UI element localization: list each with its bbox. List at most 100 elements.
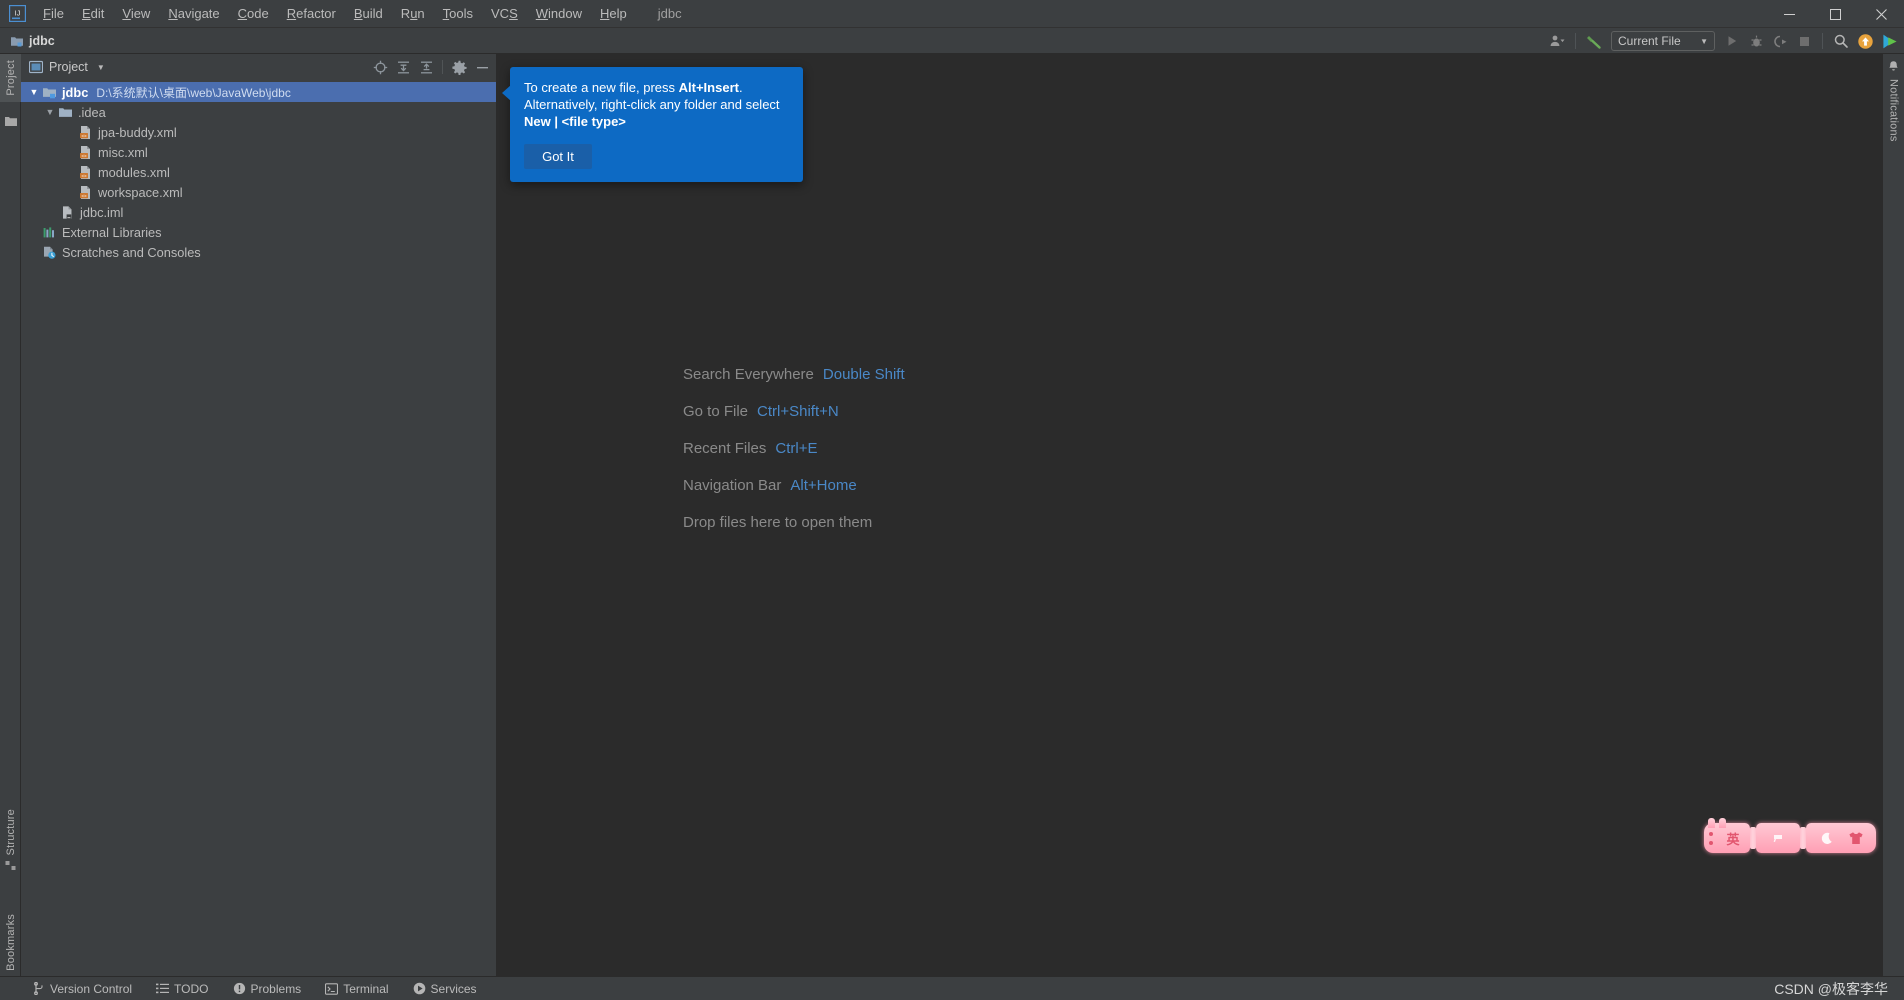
chevron-down-icon[interactable]: ▼ — [97, 63, 105, 72]
tree-label: jdbc — [62, 84, 89, 100]
svg-text:<>: <> — [81, 173, 87, 178]
cat-eye-bottom-icon — [1709, 841, 1713, 845]
menu-help[interactable]: Help — [591, 2, 636, 26]
status-item-version-control[interactable]: Version Control — [22, 980, 142, 998]
panel-action-separator — [442, 60, 443, 74]
status-label: Problems — [250, 981, 302, 996]
xml-file-icon: <> — [77, 124, 93, 140]
tree-row-workspace-xml[interactable]: <> workspace.xml — [21, 182, 496, 202]
folder-icon — [4, 114, 18, 128]
collapse-all-icon[interactable] — [415, 56, 437, 78]
stop-button[interactable] — [1793, 30, 1815, 52]
tree-row-idea[interactable]: ▼ .idea — [21, 102, 496, 122]
project-panel-actions — [369, 56, 493, 78]
toolbox-play-icon[interactable] — [1878, 30, 1900, 52]
gotit-tooltip-text: To create a new file, press Alt+Insert. … — [524, 79, 789, 130]
svg-text:IJ: IJ — [14, 9, 20, 18]
run-configuration-label: Current File — [1618, 34, 1681, 48]
menu-edit[interactable]: Edit — [73, 2, 113, 26]
tree-row-external-libraries[interactable]: External Libraries — [21, 222, 496, 242]
menu-file[interactable]: File — [34, 2, 73, 26]
svg-text:<>: <> — [81, 153, 87, 158]
tree-row-scratches-and-consoles[interactable]: Scratches and Consoles — [21, 242, 496, 262]
main-toolbar: Current File ▼ — [1546, 28, 1900, 54]
close-button[interactable] — [1858, 0, 1904, 28]
svg-text:<>: <> — [81, 133, 87, 138]
tree-row-jdbc-iml[interactable]: jdbc.iml — [21, 202, 496, 222]
ime-floating-toolbar[interactable]: 英 — [1704, 818, 1876, 853]
stripe-button-structure[interactable]: Structure — [0, 809, 21, 872]
toolbar-separator — [1575, 33, 1576, 49]
gear-icon[interactable] — [448, 56, 470, 78]
menu-vcs[interactable]: VCS — [482, 2, 527, 26]
tree-label: jdbc.iml — [80, 204, 124, 220]
menu-view[interactable]: View — [113, 2, 159, 26]
status-item-problems[interactable]: Problems — [223, 980, 312, 998]
menu-code[interactable]: Code — [229, 2, 278, 26]
update-project-icon[interactable] — [1854, 30, 1876, 52]
menu-tools[interactable]: Tools — [434, 2, 482, 26]
editor-empty-area: Search Everywhere Double Shift Go to Fil… — [497, 54, 1882, 1000]
menu-navigate[interactable]: Navigate — [159, 2, 228, 26]
bell-icon — [1887, 60, 1900, 73]
xml-file-icon: <> — [77, 164, 93, 180]
tree-row-jpa-buddy-xml[interactable]: <> jpa-buddy.xml — [21, 122, 496, 142]
select-opened-file-icon[interactable] — [369, 56, 391, 78]
tree-row-misc-xml[interactable]: <> misc.xml — [21, 142, 496, 162]
tree-row-modules-xml[interactable]: <> modules.xml — [21, 162, 496, 182]
menu-run[interactable]: Run — [392, 2, 434, 26]
status-item-services[interactable]: Services — [403, 980, 487, 998]
hide-panel-icon[interactable] — [471, 56, 493, 78]
ime-mode-button[interactable]: 英 — [1704, 818, 1750, 853]
stripe-button-folder[interactable] — [0, 114, 21, 128]
tooltip-line2: Alternatively, right-click any folder an… — [524, 97, 780, 112]
csdn-watermark: CSDN @极客李华 — [1774, 980, 1888, 997]
hint-row: Navigation Bar Alt+Home — [683, 477, 905, 494]
services-icon — [413, 982, 426, 995]
hint-row: Search Everywhere Double Shift — [683, 366, 905, 383]
breadcrumb[interactable]: jdbc — [10, 34, 55, 48]
run-button[interactable] — [1721, 30, 1743, 52]
chevron-down-icon[interactable]: ▼ — [27, 85, 41, 99]
status-bar: Version Control TODO Problems Terminal S… — [0, 976, 1904, 1000]
menu-build[interactable]: Build — [345, 2, 392, 26]
main-menu: File Edit View Navigate Code Refactor Bu… — [34, 0, 636, 28]
tree-label: modules.xml — [98, 164, 170, 180]
stripe-button-project[interactable]: Project — [0, 54, 21, 102]
iml-file-icon — [59, 204, 75, 220]
branch-icon — [32, 982, 45, 995]
chevron-down-icon[interactable]: ▼ — [43, 105, 57, 119]
run-with-coverage-button[interactable] — [1769, 30, 1791, 52]
search-icon[interactable] — [1830, 30, 1852, 52]
stripe-button-notifications[interactable]: Notifications — [1883, 60, 1904, 142]
hint-shortcut: Ctrl+Shift+N — [757, 403, 839, 420]
tree-label: misc.xml — [98, 144, 148, 160]
hint-action: Navigation Bar — [683, 477, 782, 494]
project-tree: ▼ jdbc D:\系统默认\桌面\web\JavaWeb\jdbc ▼ .id… — [21, 80, 496, 262]
expand-all-icon[interactable] — [392, 56, 414, 78]
user-account-icon[interactable] — [1546, 30, 1568, 52]
minimize-button[interactable] — [1766, 0, 1812, 28]
menu-window[interactable]: Window — [527, 2, 591, 26]
debug-button[interactable] — [1745, 30, 1767, 52]
got-it-button[interactable]: Got It — [524, 144, 592, 169]
menu-refactor[interactable]: Refactor — [278, 2, 345, 26]
maximize-button[interactable] — [1812, 0, 1858, 28]
tree-label: workspace.xml — [98, 184, 183, 200]
project-panel-title: Project — [49, 60, 88, 74]
build-hammer-icon[interactable] — [1583, 30, 1605, 52]
cat-ear-left-icon — [1708, 818, 1715, 828]
navigation-bar: jdbc Current File ▼ — [0, 28, 1904, 54]
toolbar-separator-2 — [1822, 33, 1823, 49]
hint-shortcut: Alt+Home — [790, 477, 857, 494]
intellij-logo-icon: IJ — [8, 5, 26, 23]
ime-extra-buttons[interactable] — [1806, 823, 1876, 853]
project-view-icon — [29, 60, 43, 74]
tree-row-jdbc[interactable]: ▼ jdbc D:\系统默认\桌面\web\JavaWeb\jdbc — [21, 82, 496, 102]
idea-window: IJ File Edit View Navigate Code Refactor… — [0, 0, 1904, 1000]
run-configuration-selector[interactable]: Current File ▼ — [1611, 31, 1715, 51]
hint-shortcut: Ctrl+E — [775, 440, 818, 457]
status-item-todo[interactable]: TODO — [146, 980, 218, 998]
status-item-terminal[interactable]: Terminal — [315, 980, 398, 998]
ime-punctuation-button[interactable] — [1756, 823, 1800, 853]
